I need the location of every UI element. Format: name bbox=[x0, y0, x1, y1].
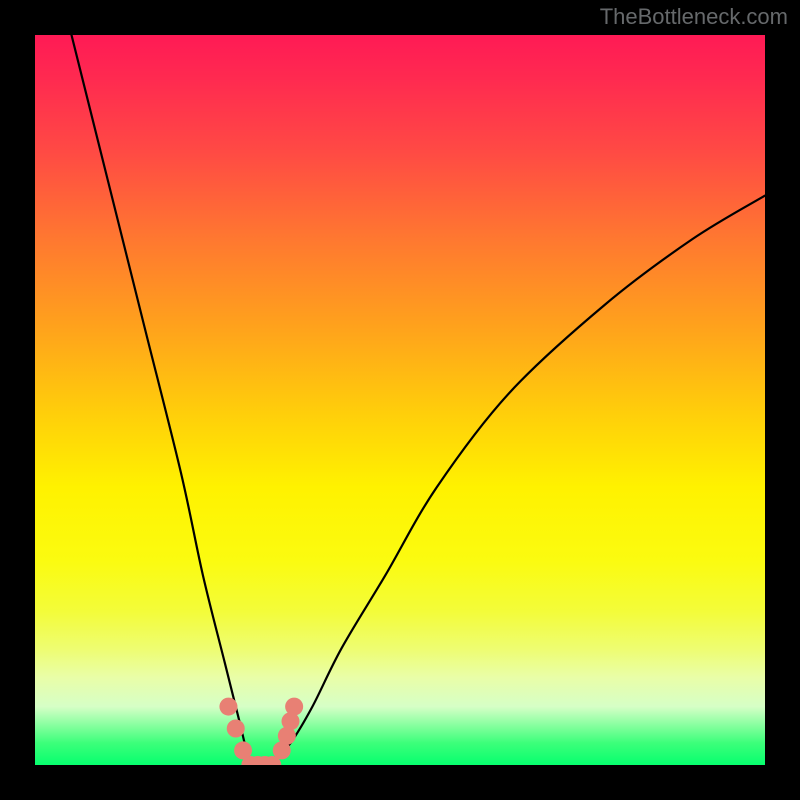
plot-area bbox=[35, 35, 765, 765]
watermark-text: TheBottleneck.com bbox=[600, 4, 788, 30]
highlight-dot bbox=[285, 698, 303, 716]
bottleneck-curve bbox=[72, 35, 766, 765]
highlight-dot bbox=[227, 720, 245, 738]
highlight-dots bbox=[219, 698, 303, 765]
highlight-dot bbox=[219, 698, 237, 716]
chart-frame: TheBottleneck.com bbox=[0, 0, 800, 800]
curve-layer bbox=[35, 35, 765, 765]
